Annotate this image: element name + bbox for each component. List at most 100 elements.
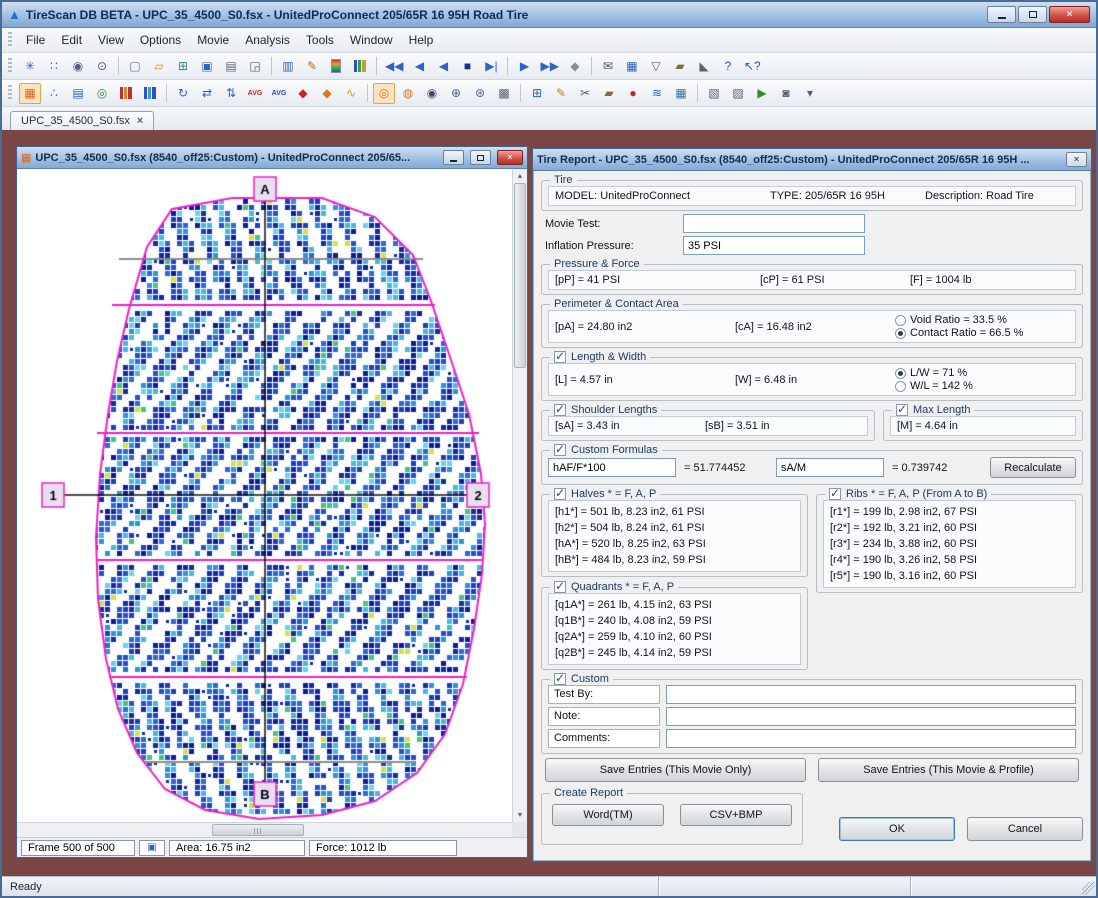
close-button[interactable]: ✕ [1049, 6, 1090, 23]
menubar-grip-handle[interactable] [8, 32, 12, 48]
menu-edit[interactable]: Edit [53, 30, 90, 50]
wl-ratio-radio[interactable]: W/L = 142 % [895, 380, 1069, 392]
mirror-window-icon[interactable]: ▨ [727, 83, 749, 104]
document-tab[interactable]: UPC_35_4500_S0.fsx × [10, 111, 154, 130]
keyframe-icon[interactable]: ◆ [564, 56, 586, 77]
tab-close-icon[interactable]: × [137, 115, 143, 127]
quadrants-checkbox[interactable] [554, 581, 566, 593]
ribs-checkbox[interactable] [829, 488, 841, 500]
minimize-button[interactable] [987, 6, 1016, 23]
workbook-icon[interactable]: ▰ [669, 56, 691, 77]
stop-icon[interactable]: ■ [456, 56, 478, 77]
dark-sphere-icon[interactable]: ◉ [421, 83, 443, 104]
radar-icon[interactable]: ◎ [91, 83, 113, 104]
void-ratio-radio[interactable]: Void Ratio = 33.5 % [895, 314, 1069, 326]
edit-icon[interactable]: ✎ [550, 83, 572, 104]
void-ratio-radio-circle[interactable] [895, 315, 906, 326]
testby-input[interactable] [666, 685, 1076, 704]
movie-maximize-button[interactable] [470, 150, 491, 165]
comments-input[interactable] [666, 729, 1076, 748]
cancel-button[interactable]: Cancel [967, 817, 1083, 841]
histogram-blue-icon[interactable] [139, 83, 161, 104]
pointer-green-icon[interactable]: ▶ [751, 83, 773, 104]
vertical-scrollbar[interactable]: ▲ ▼ [512, 169, 527, 822]
inflation-pressure-input[interactable] [683, 236, 865, 255]
color-scale-icon[interactable] [325, 56, 347, 77]
mesh-icon[interactable]: ▩ [493, 83, 515, 104]
comments-label-box[interactable]: Comments: [548, 729, 660, 748]
chart-icon[interactable] [349, 56, 371, 77]
menu-movie[interactable]: Movie [189, 30, 237, 50]
tire-footprint-heatmap[interactable] [17, 169, 512, 822]
swap-icon[interactable]: ⇄ [196, 83, 218, 104]
custom-formulas-checkbox[interactable] [554, 444, 566, 456]
avg-blue-icon[interactable]: AVG [268, 83, 290, 104]
custom-checkbox[interactable] [554, 673, 566, 685]
resize-grip[interactable] [1082, 882, 1095, 895]
menu-tools[interactable]: Tools [298, 30, 342, 50]
wl-ratio-radio-circle[interactable] [895, 381, 906, 392]
snowflake-icon[interactable]: ✳ [19, 56, 41, 77]
print-preview-icon[interactable]: ◲ [244, 56, 266, 77]
filter-icon[interactable]: ▽ [645, 56, 667, 77]
help-icon[interactable]: ? [717, 56, 739, 77]
diamond-red-icon[interactable]: ◆ [292, 83, 314, 104]
note-input[interactable] [666, 707, 1076, 726]
go-first-icon[interactable]: ◀◀ [382, 56, 406, 77]
film-icon[interactable]: ▤ [67, 83, 89, 104]
grid-import-icon[interactable]: ⊞ [172, 56, 194, 77]
menu-file[interactable]: File [18, 30, 53, 50]
diamond-orange-icon[interactable]: ◆ [316, 83, 338, 104]
toolbar-grip-handle-2[interactable] [8, 85, 12, 101]
menu-options[interactable]: Options [132, 30, 189, 50]
contact-ratio-radio[interactable]: Contact Ratio = 66.5 % [895, 327, 1069, 339]
scroll-up-icon[interactable]: ▲ [513, 169, 527, 183]
menu-view[interactable]: View [90, 30, 132, 50]
toolbar-overflow-icon[interactable]: ▾ [799, 83, 821, 104]
histogram-red-icon[interactable] [115, 83, 137, 104]
dot-matrix-icon[interactable]: ∷ [43, 56, 65, 77]
mail-icon[interactable]: ✉ [597, 56, 619, 77]
play-icon[interactable]: ▶ [513, 56, 535, 77]
maximize-button[interactable] [1018, 6, 1047, 23]
molecule-icon[interactable]: ∴ [43, 83, 65, 104]
table-zoom-icon[interactable]: ▦ [621, 56, 643, 77]
save-movie-profile-button[interactable]: Save Entries (This Movie & Profile) [818, 758, 1079, 782]
print-icon[interactable]: ▤ [220, 56, 242, 77]
horizontal-scrollbar[interactable] [17, 822, 512, 837]
contact-ratio-radio-circle[interactable] [895, 328, 906, 339]
ok-button[interactable]: OK [839, 817, 955, 841]
table-add-icon[interactable]: ⊞ [526, 83, 548, 104]
shoulder-lengths-checkbox[interactable] [554, 404, 566, 416]
record-ball-icon[interactable]: ● [622, 83, 644, 104]
movie-close-button[interactable]: ✕ [497, 150, 523, 165]
toolbar-grip-handle[interactable] [8, 58, 12, 74]
save-movie-only-button[interactable]: Save Entries (This Movie Only) [545, 758, 806, 782]
waveform-icon[interactable]: ≋ [646, 83, 668, 104]
max-length-checkbox[interactable] [896, 404, 908, 416]
step-back-icon[interactable]: ◀ [408, 56, 430, 77]
note-label-box[interactable]: Note: [548, 707, 660, 726]
movie-minimize-button[interactable] [443, 150, 464, 165]
ruler-icon[interactable]: ◣ [693, 56, 715, 77]
data-table-icon[interactable]: ▦ [670, 83, 692, 104]
report-close-button[interactable]: ✕ [1066, 152, 1087, 167]
open-folder-icon[interactable]: ▱ [148, 56, 170, 77]
length-width-checkbox[interactable] [554, 351, 566, 363]
formula2-input[interactable] [776, 458, 884, 477]
formula1-input[interactable] [548, 458, 676, 477]
globe-grid-icon[interactable]: ⊕ [445, 83, 467, 104]
globe-mesh-icon[interactable]: ⊛ [469, 83, 491, 104]
menu-help[interactable]: Help [401, 30, 442, 50]
movie-test-input[interactable] [683, 214, 865, 233]
menu-window[interactable]: Window [342, 30, 401, 50]
export-window-icon[interactable]: ▧ [703, 83, 725, 104]
scroll-down-icon[interactable]: ▼ [513, 808, 527, 822]
recalculate-button[interactable]: Recalculate [990, 457, 1076, 478]
avg-red-icon[interactable]: AVG [244, 83, 266, 104]
menu-analysis[interactable]: Analysis [237, 30, 298, 50]
sphere-view-icon[interactable]: ◉ [67, 56, 89, 77]
target-icon[interactable]: ◎ [373, 83, 395, 104]
sort-icon[interactable]: ⇅ [220, 83, 242, 104]
lw-ratio-radio-circle[interactable] [895, 368, 906, 379]
